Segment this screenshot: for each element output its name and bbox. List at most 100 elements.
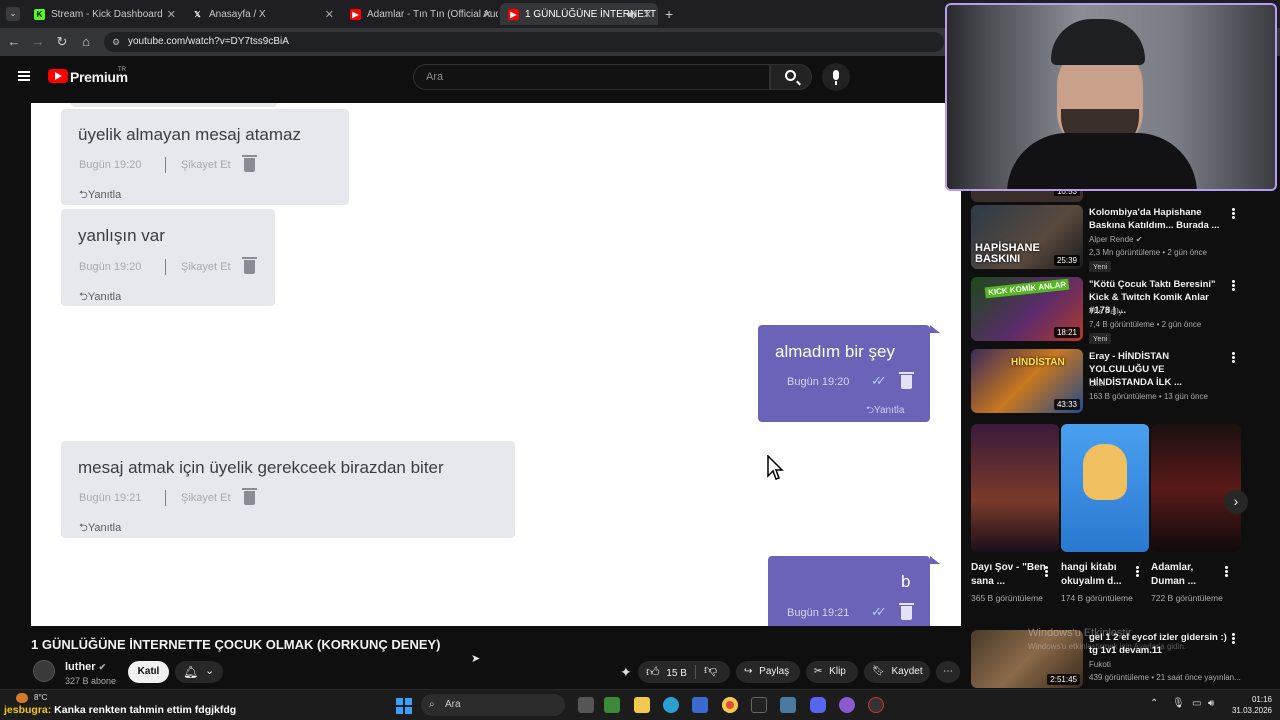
more-vertical-icon[interactable] <box>1232 352 1235 364</box>
task-view-icon[interactable] <box>578 697 594 713</box>
reload-icon[interactable]: ↻ <box>54 34 70 50</box>
discord-icon[interactable] <box>810 697 826 713</box>
tab-adamlar[interactable]: ▶ Adamlar - Tın Tın (Official Audi ✕ <box>342 3 498 25</box>
more-vertical-icon[interactable] <box>1045 566 1048 578</box>
video-duration: 2:51:45 <box>1047 674 1080 685</box>
taskbar-search-label: Ara <box>445 699 461 710</box>
obs-icon[interactable] <box>839 697 855 713</box>
app-icon-2[interactable] <box>868 697 884 713</box>
outgoing-message: b Bugün 19:21 ✓✓ <box>768 556 930 626</box>
recommendation-title[interactable]: Kolombiya'da Hapishane Baskına Katıldım.… <box>1089 206 1229 232</box>
recommendation-thumbnail[interactable]: KICK KOMİK ANLAR 18:21 <box>971 277 1083 341</box>
edge-icon[interactable] <box>663 697 679 713</box>
tab-kick-dashboard[interactable]: K Stream - Kick Dashboard ✕ <box>26 3 182 25</box>
network-icon[interactable]: ▭ <box>1192 698 1201 709</box>
close-icon[interactable]: ✕ <box>483 8 492 21</box>
new-badge: Yeni <box>1089 261 1112 272</box>
tab-current-video[interactable]: ▶ 1 GÜNLÜĞÜNE İNTERNETT ◀) ✕ <box>500 3 658 25</box>
taskbar-search-input[interactable]: ⌕ Ara <box>421 694 565 716</box>
chat-message: Kanka renkten tahmin ettim fdgjkfdg <box>51 704 237 716</box>
more-vertical-icon[interactable] <box>1136 566 1139 578</box>
mic-tray-icon[interactable]: 🎙︎ <box>1172 698 1185 709</box>
join-button[interactable]: Katıl <box>128 661 169 683</box>
recommendation-channel[interactable]: Cilet <box>1089 379 1105 388</box>
trash-icon <box>242 488 257 505</box>
thumbs-up-icon: 👍︎ <box>646 664 660 679</box>
weather-temp[interactable]: 8°C <box>34 693 47 702</box>
recommendation-thumbnail[interactable]: HİNDİSTAN 43:33 <box>971 349 1083 413</box>
youtube-logo-icon[interactable] <box>48 69 68 83</box>
short-thumbnail[interactable] <box>971 424 1059 552</box>
short-title[interactable]: Dayı Şov - "Ben sana ... <box>971 561 1047 589</box>
more-vertical-icon[interactable] <box>1225 566 1228 578</box>
scissors-icon: ✂ <box>814 666 823 677</box>
youtube-icon: ▶ <box>508 8 519 20</box>
tab-x-home[interactable]: 𝕏 Anasayfa / X ✕ <box>184 3 340 25</box>
windows-start-icon[interactable] <box>396 698 412 714</box>
short-title[interactable]: hangi kitabı okuyalım d... <box>1061 561 1137 589</box>
voice-search-button[interactable] <box>822 63 850 91</box>
ai-sparkle-icon[interactable]: ✦ <box>620 664 632 681</box>
more-vertical-icon[interactable] <box>1232 208 1235 220</box>
more-actions-button[interactable]: ⋯ <box>936 661 960 683</box>
site-info-icon[interactable]: ⚙ <box>112 32 120 52</box>
new-tab-button[interactable]: + <box>665 6 673 22</box>
clip-button[interactable]: ✂ Klip <box>806 661 858 683</box>
close-icon[interactable]: ✕ <box>167 8 176 21</box>
search-button[interactable] <box>770 64 812 90</box>
short-title[interactable]: Adamlar, Duman ... <box>1151 561 1227 589</box>
channel-name[interactable]: luther ✔ <box>65 661 106 673</box>
recommendation-channel[interactable]: The Pally <box>1089 307 1122 316</box>
menu-icon[interactable] <box>18 71 30 81</box>
recommendation-channel[interactable]: Fukoti <box>1089 660 1111 669</box>
recommendation-thumbnail[interactable]: HAPİSHANE BASKINI 25:39 <box>971 205 1083 269</box>
more-vertical-icon[interactable] <box>1232 633 1235 645</box>
weather-icon[interactable] <box>16 693 28 703</box>
dislike-button[interactable]: 👎︎ <box>704 662 717 678</box>
close-icon[interactable]: ✕ <box>325 8 334 21</box>
short-thumbnail[interactable] <box>1151 424 1241 552</box>
search-input[interactable]: Ara <box>413 64 770 90</box>
close-icon[interactable]: ✕ <box>643 8 652 21</box>
save-button[interactable]: 🔖︎ Kaydet <box>864 661 930 683</box>
reply-link: ⮌Yanıtla <box>79 291 122 303</box>
chrome-icon[interactable] <box>722 697 738 713</box>
file-explorer-icon[interactable] <box>634 697 650 713</box>
recommendation-stats: 7,4 B görüntüleme • 2 gün önce <box>1089 320 1202 329</box>
app-icon[interactable] <box>751 697 767 713</box>
chevron-up-icon[interactable]: ⌃ <box>1150 698 1158 709</box>
short-thumbnail[interactable] <box>1061 424 1149 552</box>
message-text: üyelik almayan mesaj atamaz <box>78 125 301 144</box>
tab-list-button[interactable]: ⌄ <box>6 7 20 21</box>
notification-bell-button[interactable]: 🔔︎ ⌄ <box>175 661 223 683</box>
url-field[interactable]: ⚙ youtube.com/watch?v=DY7tss9cBiA <box>104 32 944 52</box>
volume-icon[interactable]: 🔊︎ <box>1208 698 1214 709</box>
url-text: youtube.com/watch?v=DY7tss9cBiA <box>128 36 289 47</box>
more-horizontal-icon: ⋯ <box>943 666 953 677</box>
report-link: Şikayet Et <box>181 159 231 171</box>
forward-icon[interactable]: → <box>30 34 46 49</box>
recommendation-title[interactable]: Eray - HİNDİSTAN YOLCULUĞU VE HİNDİSTAND… <box>1089 350 1229 389</box>
share-button[interactable]: ↪ Paylaş <box>736 661 800 683</box>
more-vertical-icon[interactable] <box>1232 280 1235 292</box>
speaker-icon[interactable]: ◀) <box>626 9 636 20</box>
windows-activation-watermark: Windows'u Etkinleştir <box>1028 627 1132 639</box>
widgets-icon[interactable] <box>604 697 620 713</box>
shorts-next-button[interactable]: › <box>1224 490 1248 514</box>
back-icon[interactable]: ← <box>6 34 22 49</box>
x-icon: 𝕏 <box>194 9 201 19</box>
thumbs-down-icon: 👎︎ <box>704 662 718 677</box>
message-time: Bugün 19:21 <box>787 607 850 619</box>
incoming-message: üyelik almayan mesaj atamaz Bugün 19:20 … <box>61 109 349 205</box>
channel-avatar[interactable] <box>33 660 55 682</box>
store-icon[interactable] <box>692 697 708 713</box>
system-clock[interactable]: 01:16 31.03.2026 <box>1228 694 1272 716</box>
recommendation-channel[interactable]: Alper Rende ✔ <box>1089 235 1142 244</box>
home-icon[interactable]: ⌂ <box>78 34 94 49</box>
verified-icon: ✔ <box>98 662 107 672</box>
bubble-tail <box>930 325 940 333</box>
trash-icon <box>242 155 257 172</box>
like-button[interactable]: 👍︎ 15 B <box>646 661 687 683</box>
settings-icon[interactable] <box>780 697 796 713</box>
video-player[interactable]: üyelik almayan mesaj atamaz Bugün 19:20 … <box>31 103 961 626</box>
